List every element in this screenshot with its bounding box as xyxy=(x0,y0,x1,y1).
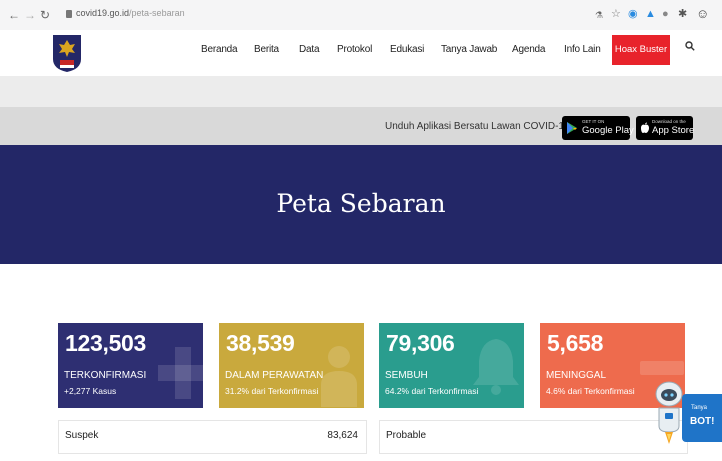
stat-card-dalam-perawatan[interactable]: 38,539 DALAM PERAWATAN 31.2% dari Terkon… xyxy=(219,323,364,408)
stat-sub: 31.2% dari Terkonfirmasi xyxy=(225,386,319,396)
extension-shield-icon[interactable]: ▲ xyxy=(645,8,656,21)
chatbot-widget[interactable]: Tanya BOT! xyxy=(652,380,722,458)
chatbot-bubble[interactable]: Tanya BOT! xyxy=(682,394,722,442)
hero-banner: Peta Sebaran xyxy=(0,145,722,264)
extension-circle-icon[interactable]: ◉ xyxy=(628,8,638,21)
url-text: covid19.go.id/peta-sebaran xyxy=(76,8,185,18)
stat-label: SEMBUH xyxy=(385,370,428,381)
stat-sub: 64.2% dari Terkonfirmasi xyxy=(385,386,479,396)
app-download-text: Unduh Aplikasi Bersatu Lawan COVID-19 xyxy=(385,121,570,132)
forward-arrow-icon[interactable]: → xyxy=(24,7,36,23)
google-play-label: Google Play xyxy=(582,125,634,136)
stat-value: 79,306 xyxy=(386,330,455,356)
translate-icon[interactable]: ⚗ xyxy=(595,9,603,22)
header-spacer-band xyxy=(0,76,722,107)
stat-label: DALAM PERAWATAN xyxy=(225,370,324,381)
stat-sub: +2,277 Kasus xyxy=(64,386,117,396)
app-download-bar: Unduh Aplikasi Bersatu Lawan COVID-19 GE… xyxy=(0,107,722,145)
suspek-label: Suspek xyxy=(65,430,99,441)
stat-card-terkonfirmasi[interactable]: 123,503 TERKONFIRMASI +2,277 Kasus xyxy=(58,323,203,408)
app-store-caption: Download on the xyxy=(652,119,686,124)
stat-label: MENINGGAL xyxy=(546,370,607,381)
suspek-panel: Suspek 83,624 xyxy=(58,420,367,454)
suspek-value: 83,624 xyxy=(327,430,358,441)
stat-sub: 4.6% dari Terkonfirmasi xyxy=(546,386,635,396)
back-arrow-icon[interactable]: ← xyxy=(8,7,20,23)
app-store-label: App Store xyxy=(652,125,695,136)
stat-value: 5,658 xyxy=(547,330,604,356)
nav-item-berita[interactable]: Berita xyxy=(254,44,279,55)
apple-icon xyxy=(641,122,649,133)
browser-toolbar: ← → ↻ covid19.go.id/peta-sebaran ⚗ ☆ ◉ ▲… xyxy=(0,0,722,31)
extensions-puzzle-icon[interactable]: ✱ xyxy=(678,8,687,21)
lock-icon xyxy=(66,10,72,18)
google-play-caption: GET IT ON xyxy=(582,119,605,124)
stat-value: 38,539 xyxy=(226,330,295,356)
nav-item-info-lain[interactable]: Info Lain xyxy=(564,44,601,55)
stat-label: TERKONFIRMASI xyxy=(64,370,147,381)
site-header: Beranda Berita Data Protokol Edukasi Tan… xyxy=(0,30,722,76)
robot-mascot-icon[interactable] xyxy=(652,380,686,458)
nav-item-edukasi[interactable]: Edukasi xyxy=(390,44,424,55)
probable-label: Probable xyxy=(386,430,427,441)
chatbot-line2: BOT! xyxy=(690,416,715,427)
probable-panel: Probable xyxy=(379,420,688,454)
nav-item-protokol[interactable]: Protokol xyxy=(337,44,372,55)
page-title: Peta Sebaran xyxy=(276,189,446,218)
url-host: covid19.go.id xyxy=(76,8,130,18)
stat-card-sembuh[interactable]: 79,306 SEMBUH 64.2% dari Terkonfirmasi xyxy=(379,323,524,408)
reload-icon[interactable]: ↻ xyxy=(40,7,50,23)
gugus-tugas-logo[interactable] xyxy=(51,33,83,73)
patient-icon xyxy=(321,346,357,407)
hoax-buster-button[interactable]: Hoax Buster xyxy=(612,35,670,65)
chatbot-line1: Tanya xyxy=(691,405,708,411)
stat-value: 123,503 xyxy=(65,330,147,356)
nav-item-data[interactable]: Data xyxy=(299,44,320,55)
app-store-button[interactable]: Download on the App Store xyxy=(636,116,695,140)
plus-icon xyxy=(158,347,203,399)
nav-item-agenda[interactable]: Agenda xyxy=(512,44,545,55)
bookmark-star-icon[interactable]: ☆ xyxy=(611,8,621,21)
nav-item-beranda[interactable]: Beranda xyxy=(201,44,238,55)
search-icon[interactable] xyxy=(685,41,695,51)
profile-icon[interactable]: ☺ xyxy=(696,7,709,20)
google-play-button[interactable]: GET IT ON Google Play xyxy=(562,116,634,140)
extension-gray-icon[interactable]: ● xyxy=(662,8,669,21)
google-play-icon xyxy=(567,122,577,134)
bell-icon xyxy=(473,339,519,395)
url-path: /peta-sebaran xyxy=(129,8,185,18)
nav-item-tanya-jawab[interactable]: Tanya Jawab xyxy=(441,44,497,55)
